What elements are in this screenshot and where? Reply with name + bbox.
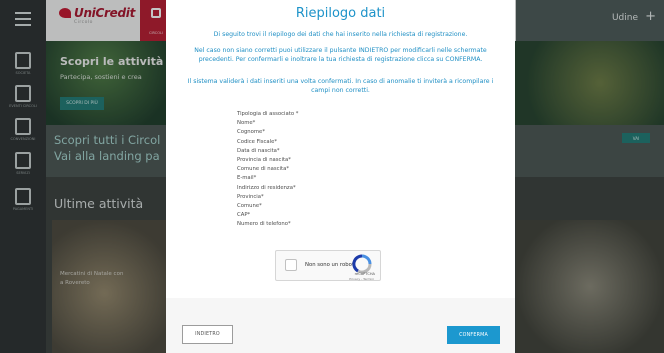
field-cognome: Cognome* — [237, 129, 265, 136]
summary-modal: Riepilogo dati Di seguito trovi il riepi… — [166, 0, 515, 353]
field-indirizzo-residenza: Indirizzo di residenza* — [237, 184, 296, 191]
recaptcha-brand: reCAPTCHA — [354, 272, 375, 276]
field-provincia-nascita: Provincia di nascita* — [237, 156, 291, 163]
confirm-button[interactable]: CONFERMA — [447, 326, 500, 344]
field-provincia: Provincia* — [237, 193, 264, 200]
modal-title: Riepilogo dati — [295, 6, 386, 21]
modal-intro-3: Il sistema validerà i dati inseriti una … — [187, 78, 494, 94]
recaptcha-label: Non sono un robot — [305, 262, 354, 268]
field-comune-nascita: Comune di nascita* — [237, 166, 289, 173]
field-numero-telefono: Numero di telefono* — [237, 221, 291, 228]
recaptcha-checkbox[interactable] — [285, 259, 297, 271]
field-cap: CAP* — [237, 212, 251, 219]
recaptcha-terms[interactable]: Privacy - Termini — [349, 277, 374, 281]
field-nome: Nome* — [237, 120, 256, 127]
recaptcha-logo-icon — [352, 254, 372, 274]
back-button[interactable]: INDIETRO — [182, 325, 233, 344]
modal-footer: INDIETRO CONFERMA — [166, 298, 515, 353]
modal-intro-1: Di seguito trovi il riepilogo dei dati c… — [213, 31, 468, 38]
modal-intro-2: Nel caso non siano corretti puoi utilizz… — [194, 47, 487, 63]
field-codice-fiscale: Codice Fiscale* — [237, 138, 278, 145]
field-comune: Comune* — [237, 202, 262, 209]
field-tipologia-associato: Tipologia di associato * — [237, 111, 299, 117]
field-email: E-mail* — [237, 175, 257, 182]
summary-fields: Tipologia di associato * Nome* Cognome* … — [237, 110, 298, 229]
field-data-nascita: Data di nascita* — [237, 147, 280, 154]
recaptcha-widget: Non sono un robot reCAPTCHA Privacy - Te… — [275, 250, 381, 281]
